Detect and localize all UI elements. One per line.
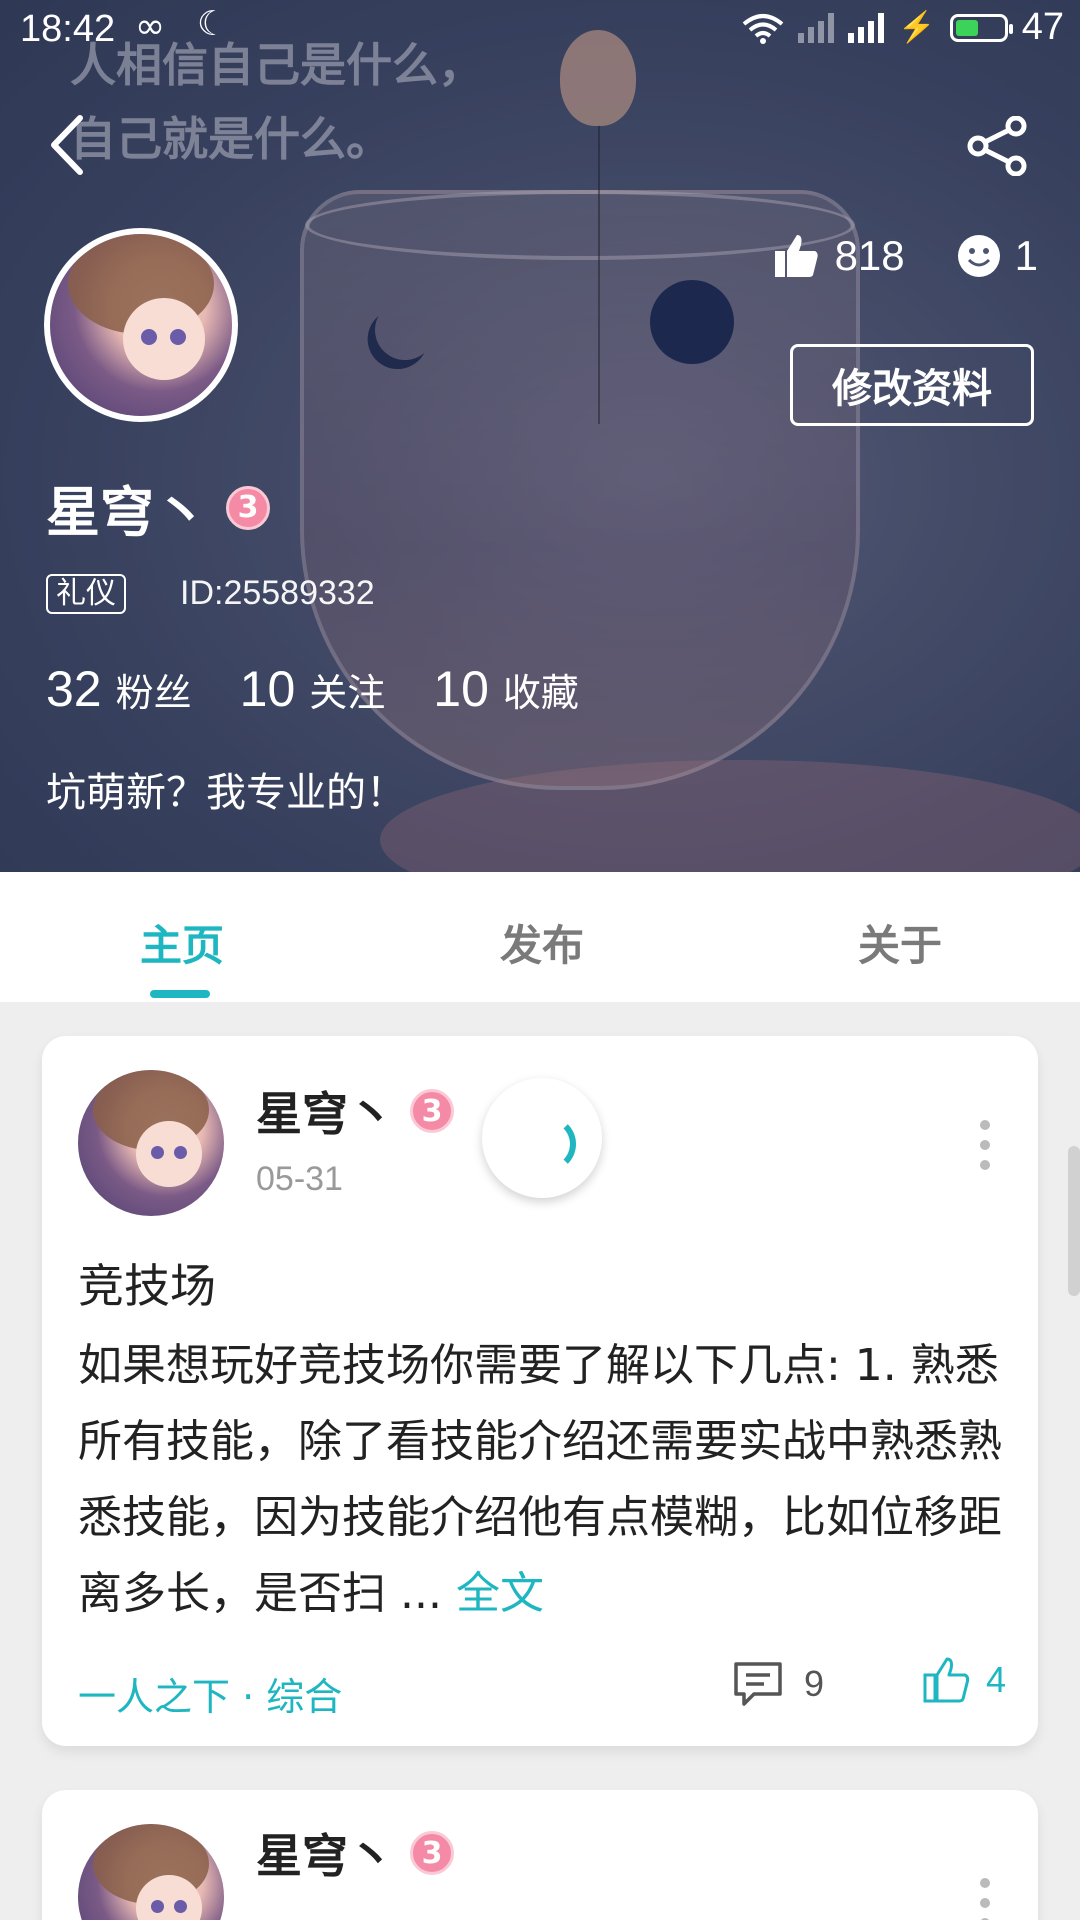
comment-icon bbox=[734, 1662, 782, 1706]
visitors-stat[interactable]: 1 bbox=[957, 232, 1038, 280]
avatar-image bbox=[78, 1070, 224, 1216]
post-author-row: 星穹丶 3 bbox=[256, 1078, 454, 1144]
comment-count: 9 bbox=[804, 1663, 825, 1704]
more-icon[interactable] bbox=[980, 1120, 990, 1170]
post-title: 竞技场 bbox=[78, 1259, 216, 1313]
status-time: 18:42 bbox=[20, 8, 116, 50]
post-category[interactable]: 一人之下 · 综合 bbox=[78, 1666, 342, 1721]
wifi-icon bbox=[743, 13, 784, 44]
followers-label[interactable]: 粉丝 bbox=[116, 662, 192, 717]
share-icon[interactable] bbox=[966, 116, 1030, 176]
scrollbar-thumb[interactable] bbox=[1068, 1146, 1080, 1296]
infinity-icon: ∞ bbox=[135, 6, 165, 47]
user-tag: 礼仪 bbox=[46, 574, 126, 614]
battery-percent: 47 bbox=[1021, 6, 1064, 48]
profile-tabs: 主页 发布 关于 bbox=[0, 872, 1080, 1002]
thumb-up-icon bbox=[774, 235, 818, 277]
charging-icon: ⚡ bbox=[898, 11, 936, 44]
post-author-row: 星穹丶 3 bbox=[256, 1820, 454, 1886]
profile-bio: 坑萌新？我专业的！ bbox=[46, 770, 406, 816]
battery-icon bbox=[949, 13, 1013, 42]
status-bar: 18:42 ∞ ☾ ⚡ 47 bbox=[0, 0, 1080, 60]
thumb-up-icon bbox=[923, 1657, 970, 1703]
comment-button[interactable]: 9 bbox=[732, 1660, 824, 1708]
post-author-name[interactable]: 星穹丶 bbox=[256, 1820, 394, 1886]
moon-icon: ☾ bbox=[197, 4, 228, 44]
tab-about[interactable]: 关于 bbox=[858, 912, 942, 973]
post-body: 如果想玩好竞技场你需要了解以下几点: 1. 熟悉所有技能，除了看技能介绍还需要实… bbox=[78, 1328, 1008, 1632]
loading-spinner bbox=[482, 1078, 602, 1198]
post-author-name[interactable]: 星穹丶 bbox=[256, 1078, 394, 1144]
avatar-image bbox=[50, 234, 232, 416]
likes-count: 818 bbox=[834, 232, 905, 279]
post-author-avatar[interactable] bbox=[78, 1070, 224, 1216]
profile-reactions: 818 1 bbox=[773, 232, 1038, 280]
battery-level bbox=[955, 19, 978, 36]
like-button[interactable]: 4 bbox=[922, 1656, 1006, 1704]
avatar-image bbox=[78, 1824, 224, 1920]
smiley-icon bbox=[957, 235, 1000, 277]
following-label[interactable]: 关注 bbox=[309, 662, 385, 717]
likes-stat[interactable]: 818 bbox=[773, 232, 905, 280]
social-counts: 32 粉丝 10 关注 10 收藏 bbox=[46, 660, 627, 718]
back-icon[interactable] bbox=[44, 112, 94, 178]
profile-cover: 人相信自己是什么， 自己就是什么。 bbox=[0, 0, 1080, 872]
profile-avatar[interactable] bbox=[44, 228, 238, 422]
signal-sim2-icon bbox=[848, 12, 885, 43]
signal-sim1-icon bbox=[798, 12, 835, 43]
level-badge: 3 bbox=[410, 1089, 454, 1133]
post-author-avatar[interactable] bbox=[78, 1824, 224, 1920]
more-icon[interactable] bbox=[980, 1878, 990, 1920]
post-card[interactable]: 星穹丶 3 05-31 竞技场 如果想玩好竞技场你需要了解以下几点: 1. 熟悉… bbox=[42, 1036, 1038, 1746]
cover-dim-overlay bbox=[0, 0, 1080, 872]
user-id: ID:25589332 bbox=[180, 574, 375, 612]
level-badge: 3 bbox=[226, 485, 270, 530]
tab-publish[interactable]: 发布 bbox=[500, 912, 584, 973]
favorites-label[interactable]: 收藏 bbox=[503, 662, 579, 717]
full-text-link[interactable]: 全文 bbox=[456, 1568, 544, 1619]
edit-profile-button[interactable]: 修改资料 bbox=[790, 344, 1034, 426]
tab-active-indicator bbox=[150, 990, 210, 998]
followers-count[interactable]: 32 bbox=[46, 660, 102, 718]
profile-nickname-row: 星穹丶 3 bbox=[46, 468, 270, 547]
visitors-count: 1 bbox=[1014, 232, 1038, 279]
level-badge: 3 bbox=[410, 1831, 454, 1875]
profile-nickname: 星穹丶 bbox=[46, 481, 208, 544]
post-card[interactable]: 星穹丶 3 bbox=[42, 1790, 1038, 1920]
favorites-count[interactable]: 10 bbox=[433, 660, 489, 718]
following-count[interactable]: 10 bbox=[240, 660, 296, 718]
tab-home[interactable]: 主页 bbox=[140, 912, 224, 973]
like-count: 4 bbox=[986, 1659, 1007, 1700]
post-date: 05-31 bbox=[256, 1160, 343, 1198]
